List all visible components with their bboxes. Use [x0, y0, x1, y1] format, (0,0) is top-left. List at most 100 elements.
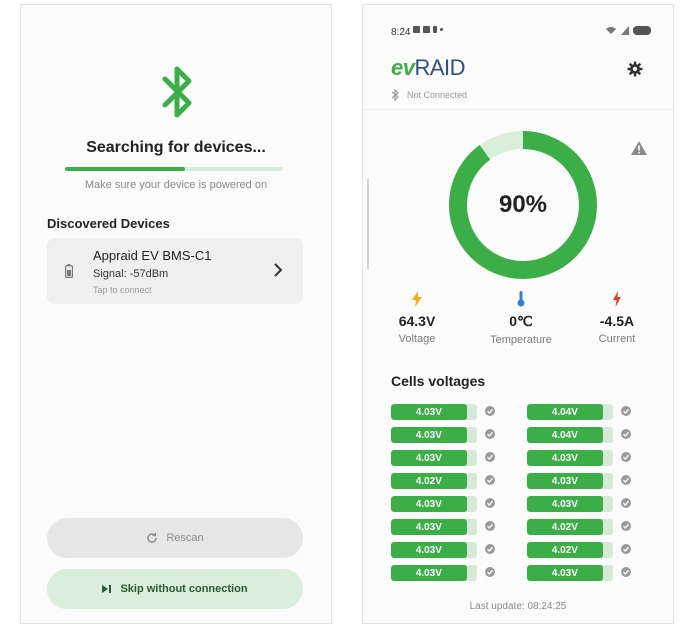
mail-icon — [423, 26, 430, 33]
notification-icons — [413, 26, 443, 33]
check-circle-icon — [485, 498, 495, 508]
gear-icon[interactable] — [627, 61, 643, 77]
voltage-label: Voltage — [398, 333, 436, 345]
cell-bar: 4.03V — [391, 404, 477, 420]
wifi-icon — [606, 27, 616, 34]
dashboard-screen: 8:24 evRAID Not Connected 90% 64.3V Volt… — [362, 4, 674, 624]
search-title: Searching for devices... — [86, 139, 266, 156]
device-search-screen: Searching for devices... Make sure your … — [20, 4, 332, 624]
bluetooth-small-icon — [391, 89, 399, 101]
check-circle-icon — [621, 567, 631, 577]
cell-voltage: 4.03V — [391, 427, 467, 443]
rescan-label: Rescan — [166, 532, 204, 544]
check-circle-icon — [621, 521, 631, 531]
skip-without-connection-button[interactable]: Skip without connection — [47, 569, 303, 609]
check-circle-icon — [485, 406, 495, 416]
warning-icon[interactable] — [631, 141, 647, 155]
cell-voltage: 4.03V — [391, 565, 467, 581]
cell-voltage: 4.04V — [527, 404, 603, 420]
power-hint: Make sure your device is powered on — [84, 179, 268, 191]
search-progress-fill — [65, 167, 185, 171]
check-circle-icon — [485, 544, 495, 554]
check-circle-icon — [621, 429, 631, 439]
current-value: -4.5A — [599, 313, 635, 329]
battery-icon — [65, 264, 73, 278]
cell-bar: 4.03V — [391, 496, 477, 512]
cell-voltage: 4.03V — [391, 496, 467, 512]
cell-voltage: 4.02V — [391, 473, 467, 489]
rescan-button[interactable]: Rescan — [47, 518, 303, 558]
temperature-metric: 0℃ Temperature — [473, 291, 569, 346]
cell-voltage: 4.03V — [527, 496, 603, 512]
cell-voltage: 4.03V — [391, 542, 467, 558]
thermometer-icon — [517, 291, 525, 307]
check-circle-icon — [485, 452, 495, 462]
cell-voltage: 4.03V — [527, 473, 603, 489]
cell-voltage: 4.03V — [391, 519, 467, 535]
current-label: Current — [598, 333, 636, 345]
cell-bar: 4.02V — [527, 519, 613, 535]
status-time: 8:24 — [391, 27, 411, 38]
device-signal: Signal: -57dBm — [93, 268, 169, 280]
sim-icon — [433, 26, 437, 33]
current-icon — [613, 291, 621, 307]
cell-voltage: 4.04V — [527, 427, 603, 443]
skip-icon — [102, 585, 112, 593]
cell-bar: 4.03V — [391, 450, 477, 466]
refresh-icon — [147, 532, 158, 543]
device-list-item[interactable]: Appraid EV BMS-C1 Signal: -57dBm Tap to … — [47, 238, 303, 304]
cell-bar: 4.03V — [391, 565, 477, 581]
check-circle-icon — [621, 452, 631, 462]
search-progress-bar — [65, 167, 283, 171]
voltage-metric: 64.3V Voltage — [369, 291, 465, 345]
cell-bar: 4.03V — [391, 519, 477, 535]
temperature-label: Temperature — [490, 334, 552, 346]
lightning-icon — [412, 291, 422, 307]
cell-bar: 4.04V — [527, 404, 613, 420]
device-name: Appraid EV BMS-C1 — [93, 248, 212, 263]
device-tap-hint: Tap to connect — [93, 285, 152, 295]
cell-bar: 4.02V — [391, 473, 477, 489]
check-circle-icon — [485, 475, 495, 485]
last-update: Last update: 08:24:25 — [469, 601, 567, 612]
cell-bar: 4.02V — [527, 542, 613, 558]
cell-voltage: 4.02V — [527, 519, 603, 535]
logo-ev: ev — [391, 55, 415, 80]
check-circle-icon — [621, 544, 631, 554]
cell-bar: 4.04V — [527, 427, 613, 443]
check-circle-icon — [485, 429, 495, 439]
cell-voltage: 4.03V — [391, 450, 467, 466]
connection-status: Not Connected — [391, 89, 467, 101]
check-circle-icon — [485, 567, 495, 577]
temperature-value: 0℃ — [509, 313, 533, 329]
charge-percent: 90% — [498, 191, 548, 218]
bluetooth-icon — [162, 66, 192, 118]
header-divider — [363, 109, 673, 110]
logo-raid: RAID — [414, 55, 466, 80]
skip-label: Skip without connection — [120, 583, 248, 595]
system-status — [605, 26, 651, 35]
cell-bar: 4.03V — [527, 450, 613, 466]
voltage-value: 64.3V — [398, 313, 436, 329]
check-circle-icon — [621, 498, 631, 508]
connection-status-text: Not Connected — [407, 90, 468, 100]
cell-bar: 4.03V — [527, 565, 613, 581]
cells-voltages-heading: Cells voltages — [391, 373, 486, 389]
cell-bar: 4.03V — [527, 496, 613, 512]
discovered-devices-heading: Discovered Devices — [47, 216, 170, 231]
current-metric: -4.5A Current — [569, 291, 665, 345]
signal-icon — [621, 26, 629, 35]
dot-icon — [440, 28, 443, 31]
scroll-indicator[interactable] — [367, 179, 369, 269]
cell-bar: 4.03V — [527, 473, 613, 489]
cell-voltage: 4.03V — [527, 450, 603, 466]
battery-status-icon — [633, 26, 651, 35]
check-circle-icon — [485, 521, 495, 531]
cell-voltage: 4.03V — [527, 565, 603, 581]
check-circle-icon — [621, 406, 631, 416]
cell-voltage: 4.03V — [391, 404, 467, 420]
notification-icon — [413, 26, 420, 33]
app-logo: evRAID — [391, 55, 466, 81]
check-circle-icon — [621, 475, 631, 485]
cell-voltage: 4.02V — [527, 542, 603, 558]
